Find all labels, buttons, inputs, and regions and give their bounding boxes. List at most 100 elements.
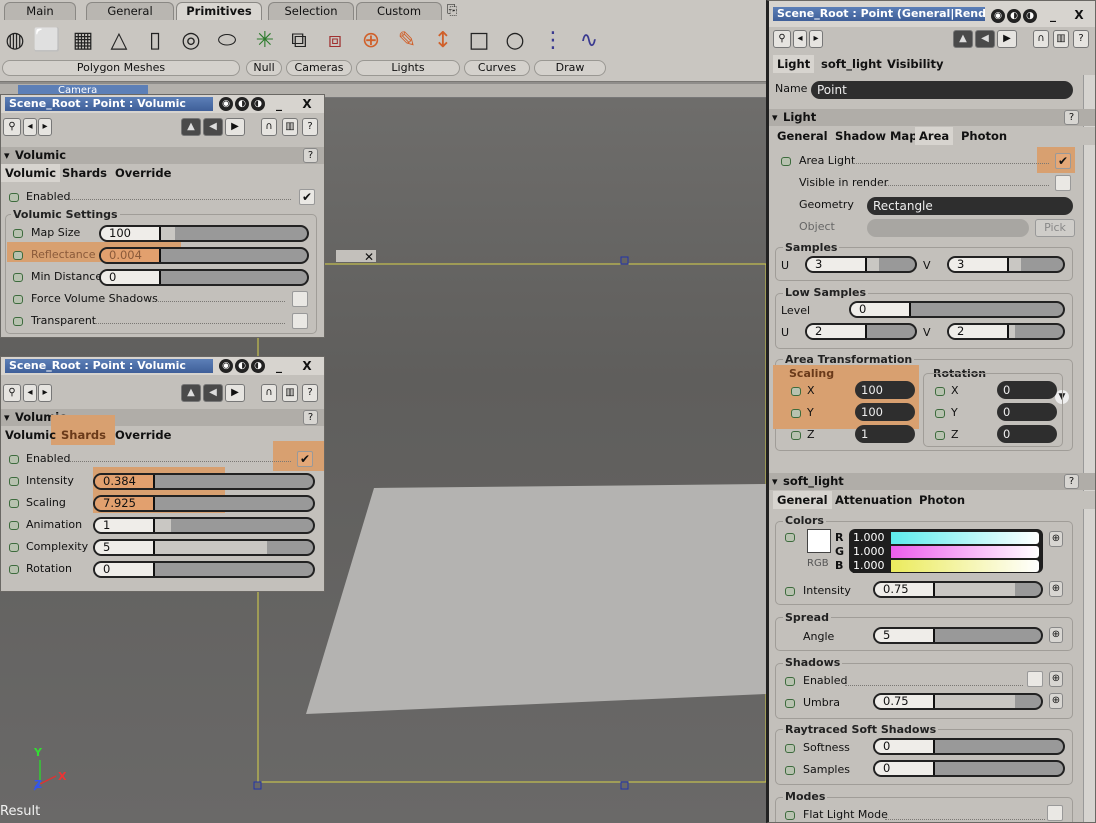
tab-shards[interactable]: Shards bbox=[58, 164, 111, 182]
forward-icon[interactable]: ▶ bbox=[225, 384, 245, 402]
help-icon[interactable]: ? bbox=[302, 384, 318, 402]
animation-led[interactable] bbox=[785, 533, 795, 542]
tab-soft-light[interactable]: soft_light bbox=[817, 55, 886, 73]
animation-led[interactable] bbox=[935, 431, 945, 440]
connect-icon[interactable]: ⊕ bbox=[1049, 581, 1063, 597]
tab-area[interactable]: Area bbox=[915, 127, 954, 145]
animation-led[interactable] bbox=[13, 229, 23, 238]
intensity-slider[interactable]: 0.75 bbox=[873, 581, 1043, 598]
animation-led[interactable] bbox=[935, 409, 945, 418]
scale-y-field[interactable]: 100 bbox=[855, 403, 915, 421]
forward-icon[interactable]: ▶ bbox=[225, 118, 245, 136]
object-field[interactable] bbox=[867, 219, 1029, 237]
tab-override[interactable]: Override bbox=[111, 164, 175, 182]
enabled-checkbox[interactable]: ✔ bbox=[297, 451, 313, 467]
level-slider[interactable]: 0 bbox=[849, 301, 1065, 318]
keyframe-icon[interactable]: ⚲ bbox=[773, 30, 791, 48]
map-size-slider[interactable]: 100 bbox=[99, 225, 309, 242]
up-icon[interactable]: ▲ bbox=[181, 384, 201, 402]
rotation-slider[interactable]: 0 bbox=[93, 561, 315, 578]
scale-z-field[interactable]: 1 bbox=[855, 425, 915, 443]
animation-led[interactable] bbox=[9, 477, 19, 486]
prev-icon[interactable]: ◂ bbox=[23, 118, 37, 136]
refresh-icon[interactable]: ◐ bbox=[235, 97, 249, 111]
back-icon[interactable]: ◀ bbox=[203, 118, 223, 136]
close-button[interactable]: X bbox=[299, 358, 315, 374]
minimize-button[interactable]: _ bbox=[271, 96, 287, 112]
keyframe-icon[interactable]: ⚲ bbox=[3, 384, 21, 402]
connect-icon[interactable]: ⊕ bbox=[1049, 693, 1063, 709]
tab-shadow-map[interactable]: Shadow Map bbox=[831, 127, 921, 145]
recycle-icon[interactable]: ◑ bbox=[251, 97, 265, 111]
b-value[interactable]: 1.000 bbox=[853, 559, 891, 573]
min-distance-slider[interactable]: 0 bbox=[99, 269, 309, 286]
preset-icon[interactable]: ▥ bbox=[1053, 30, 1069, 48]
up-icon[interactable]: ▲ bbox=[181, 118, 201, 136]
section-help-icon[interactable]: ? bbox=[1064, 474, 1079, 489]
animation-led[interactable] bbox=[13, 273, 23, 282]
animation-led[interactable] bbox=[785, 744, 795, 753]
next-icon[interactable]: ▸ bbox=[809, 30, 823, 48]
animation-led[interactable] bbox=[785, 811, 795, 820]
r-value[interactable]: 1.000 bbox=[853, 531, 891, 545]
enabled-checkbox[interactable]: ✔ bbox=[299, 189, 315, 205]
section-help-icon[interactable]: ? bbox=[303, 410, 318, 425]
rgb-label[interactable]: RGB bbox=[807, 558, 829, 569]
keyframe-icon[interactable]: ⚲ bbox=[3, 118, 21, 136]
connect-icon[interactable]: ⊕ bbox=[1049, 531, 1063, 547]
magnet-icon[interactable]: ∩ bbox=[261, 118, 277, 136]
back-icon[interactable]: ◀ bbox=[203, 384, 223, 402]
tab-volumic[interactable]: Volumic bbox=[1, 164, 61, 182]
up-icon[interactable]: ▲ bbox=[953, 30, 973, 48]
transparent-checkbox[interactable] bbox=[292, 313, 308, 329]
animation-slider[interactable]: 1 bbox=[93, 517, 315, 534]
help-icon[interactable]: ? bbox=[302, 118, 318, 136]
intensity-slider[interactable]: 0.384 bbox=[93, 473, 315, 490]
rt-samples-slider[interactable]: 0 bbox=[873, 760, 1065, 777]
name-field[interactable]: Point bbox=[811, 81, 1073, 99]
area-light-checkbox[interactable]: ✔ bbox=[1055, 153, 1071, 169]
recycle-icon[interactable]: ◑ bbox=[1023, 9, 1037, 23]
tab-attenuation[interactable]: Attenuation bbox=[831, 491, 916, 509]
lock-icon[interactable]: ◉ bbox=[219, 97, 233, 111]
lock-icon[interactable]: ◉ bbox=[219, 359, 233, 373]
tab-shards[interactable]: Shards bbox=[57, 426, 110, 444]
prev-icon[interactable]: ◂ bbox=[23, 384, 37, 402]
refresh-icon[interactable]: ◐ bbox=[235, 359, 249, 373]
tab-visibility[interactable]: Visibility bbox=[883, 55, 947, 73]
tab-light[interactable]: Light bbox=[773, 55, 815, 73]
tab-photon[interactable]: Photon bbox=[915, 491, 969, 509]
prev-icon[interactable]: ◂ bbox=[793, 30, 807, 48]
animation-led[interactable] bbox=[791, 409, 801, 418]
magnet-icon[interactable]: ∩ bbox=[1033, 30, 1049, 48]
animation-led[interactable] bbox=[785, 766, 795, 775]
section-volumic[interactable]: Volumic bbox=[1, 409, 324, 426]
animation-led[interactable] bbox=[785, 699, 795, 708]
section-help-icon[interactable]: ? bbox=[1064, 110, 1079, 125]
reflectance-slider[interactable]: 0.004 bbox=[99, 247, 309, 264]
animation-led[interactable] bbox=[781, 157, 791, 166]
pick-button[interactable]: Pick bbox=[1035, 219, 1075, 237]
close-button[interactable]: X bbox=[299, 96, 315, 112]
preset-icon[interactable]: ▥ bbox=[282, 384, 298, 402]
tab-general[interactable]: General bbox=[773, 491, 832, 509]
g-value[interactable]: 1.000 bbox=[853, 545, 891, 559]
preset-icon[interactable]: ▥ bbox=[282, 118, 298, 136]
softness-slider[interactable]: 0 bbox=[873, 738, 1065, 755]
connect-icon[interactable]: ⊕ bbox=[1049, 671, 1063, 687]
help-icon[interactable]: ? bbox=[1073, 30, 1089, 48]
section-volumic[interactable]: Volumic bbox=[1, 147, 324, 164]
geometry-dropdown[interactable]: Rectangle bbox=[867, 197, 1073, 215]
animation-led[interactable] bbox=[935, 387, 945, 396]
color-swatch[interactable] bbox=[807, 529, 831, 553]
scaling-slider[interactable]: 7.925 bbox=[93, 495, 315, 512]
animation-led[interactable] bbox=[9, 521, 19, 530]
connect-icon[interactable]: ⊕ bbox=[1049, 627, 1063, 643]
animation-led[interactable] bbox=[791, 431, 801, 440]
samples-u-slider[interactable]: 3 bbox=[805, 256, 917, 273]
rot-z-field[interactable]: 0 bbox=[997, 425, 1057, 443]
rot-x-field[interactable]: 0 bbox=[997, 381, 1057, 399]
animation-led[interactable] bbox=[9, 543, 19, 552]
animation-led[interactable] bbox=[13, 251, 23, 260]
next-icon[interactable]: ▸ bbox=[38, 118, 52, 136]
